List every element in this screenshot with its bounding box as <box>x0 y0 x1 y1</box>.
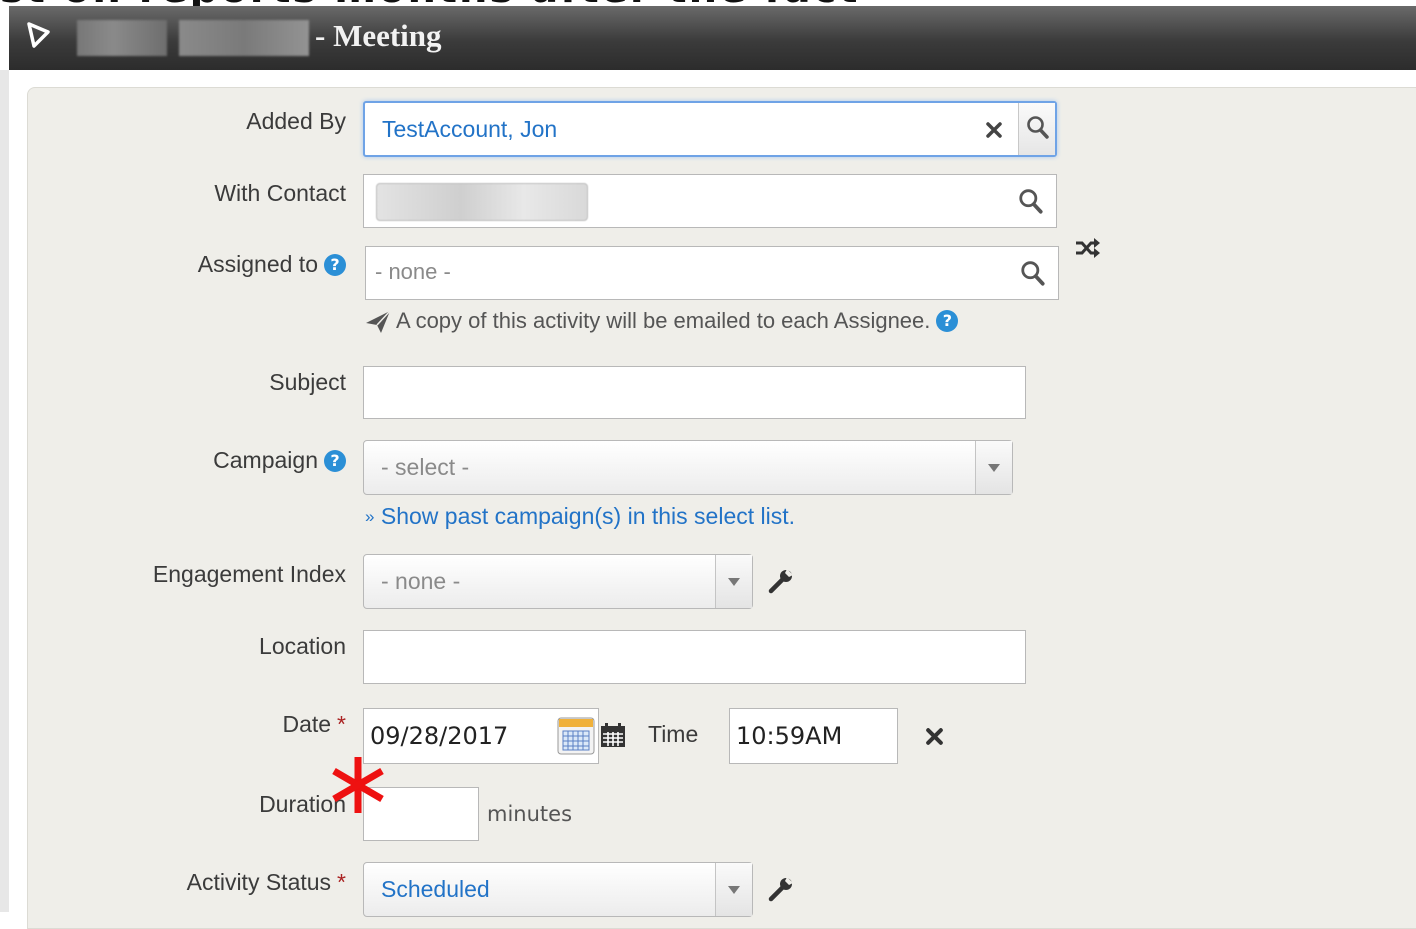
time-value: 10:59AM <box>736 722 843 750</box>
assignee-email-note-text: A copy of this activity will be emailed … <box>396 308 931 333</box>
date-label: Date * <box>282 711 346 738</box>
time-input[interactable]: 10:59AM <box>729 708 898 764</box>
calendar-icon[interactable] <box>557 717 595 755</box>
time-label: Time <box>648 721 699 747</box>
redacted-contact-name <box>77 20 167 56</box>
search-icon <box>1027 116 1049 139</box>
help-icon[interactable]: ? <box>324 254 346 276</box>
activity-status-select[interactable]: Scheduled <box>363 862 753 917</box>
engagement-index-selected: - none - <box>381 568 461 594</box>
campaign-select[interactable]: - select - <box>363 440 1013 495</box>
dialog-title: - Meeting <box>315 18 442 53</box>
chevron-down-icon <box>728 577 740 586</box>
activity-status-selected: Scheduled <box>381 876 490 902</box>
required-marker: * <box>337 869 346 895</box>
redacted-contact-token[interactable] <box>376 183 588 221</box>
added-by-search-button[interactable] <box>1018 103 1055 155</box>
required-marker: * <box>337 711 346 737</box>
show-past-campaigns-text: Show past campaign(s) in this select lis… <box>380 503 796 529</box>
duration-unit: minutes <box>487 802 573 826</box>
campaign-label: Campaign? <box>213 447 346 474</box>
location-input[interactable] <box>363 630 1026 684</box>
calendar-small-icon[interactable] <box>600 722 626 748</box>
date-value: 09/28/2017 <box>370 722 509 750</box>
search-icon[interactable] <box>1018 188 1044 216</box>
left-gutter <box>0 70 9 912</box>
activity-status-select-arrow[interactable] <box>715 863 752 916</box>
assigned-to-field[interactable]: - none - <box>365 246 1059 300</box>
clear-icon[interactable] <box>985 121 1003 139</box>
subject-label: Subject <box>269 369 346 395</box>
wrench-icon[interactable] <box>768 876 794 902</box>
location-label: Location <box>259 633 346 659</box>
date-input[interactable]: 09/28/2017 <box>363 708 599 764</box>
help-icon[interactable]: ? <box>936 310 959 332</box>
subject-input[interactable] <box>363 366 1026 419</box>
close-icon[interactable] <box>925 727 944 746</box>
collapse-triangle-icon[interactable] <box>23 20 53 50</box>
assigned-to-label: Assigned to? <box>198 251 346 278</box>
chevron-down-icon <box>988 463 1000 472</box>
campaign-selected: - select - <box>381 454 470 480</box>
assigned-to-label-text: Assigned to <box>197 251 318 277</box>
activity-status-label-text: Activity Status <box>186 869 332 895</box>
engagement-index-label: Engagement Index <box>152 561 346 587</box>
red-asterisk-annotation <box>332 757 384 813</box>
link-prefix: » <box>365 507 375 526</box>
added-by-label: Added By <box>246 108 346 134</box>
assignee-email-note: A copy of this activity will be emailed … <box>396 308 959 334</box>
with-contact-field[interactable] <box>363 174 1057 228</box>
redacted-contact-name-2 <box>179 20 309 56</box>
show-past-campaigns-link[interactable]: » Show past campaign(s) in this select l… <box>365 503 795 530</box>
shuffle-icon[interactable] <box>1074 236 1102 260</box>
send-icon <box>366 310 391 333</box>
with-contact-label: With Contact <box>214 180 346 206</box>
engagement-index-select-arrow[interactable] <box>715 555 752 608</box>
search-icon[interactable] <box>1020 260 1046 288</box>
campaign-select-arrow[interactable] <box>975 441 1012 494</box>
added-by-value: TestAccount, Jon <box>382 116 558 142</box>
wrench-icon[interactable] <box>768 568 794 594</box>
activity-status-label: Activity Status * <box>187 869 346 896</box>
campaign-label-text: Campaign <box>213 447 318 473</box>
dialog-titlebar: - Meeting <box>9 6 1416 70</box>
chevron-down-icon <box>728 885 740 894</box>
date-label-text: Date <box>282 711 332 737</box>
assigned-to-placeholder: - none - <box>375 259 451 284</box>
help-icon[interactable]: ? <box>324 450 346 472</box>
added-by-field[interactable]: TestAccount, Jon <box>363 101 1057 157</box>
engagement-index-select[interactable]: - none - <box>363 554 753 609</box>
